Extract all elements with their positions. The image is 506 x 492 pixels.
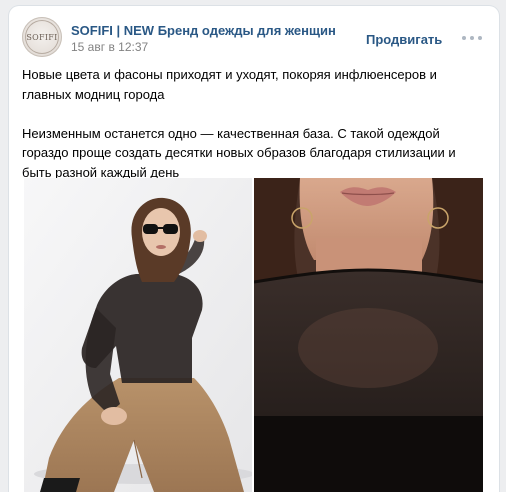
post-date[interactable]: 15 авг в 12:37 xyxy=(71,40,148,54)
more-dot xyxy=(478,36,482,40)
avatar-logo-ring: SOFIFI xyxy=(25,20,59,54)
more-dot xyxy=(470,36,474,40)
closeup-photo-illustration xyxy=(254,178,483,492)
post-paragraph: Новые цвета и фасоны приходят и уходят, … xyxy=(22,67,437,102)
community-avatar[interactable]: SOFIFI xyxy=(22,17,62,57)
post-paragraph: Неизменным останется одно — качественная… xyxy=(22,125,456,180)
post-header: SOFIFI SOFIFI | NEW Бренд одежды для жен… xyxy=(9,6,499,66)
post-photo-closeup[interactable] xyxy=(254,178,483,492)
promote-button[interactable]: Продвигать xyxy=(366,32,442,47)
more-icon[interactable] xyxy=(462,31,482,45)
post-text: Новые цвета и фасоны приходят и уходят, … xyxy=(22,65,484,182)
avatar-logo-text: SOFIFI xyxy=(26,32,58,42)
post-author-link[interactable]: SOFIFI | NEW Бренд одежды для женщин xyxy=(71,23,336,38)
model-photo-illustration xyxy=(24,178,252,492)
post-photo-model[interactable] xyxy=(24,178,252,492)
more-dot xyxy=(462,36,466,40)
post-card: SOFIFI SOFIFI | NEW Бренд одежды для жен… xyxy=(9,6,499,492)
